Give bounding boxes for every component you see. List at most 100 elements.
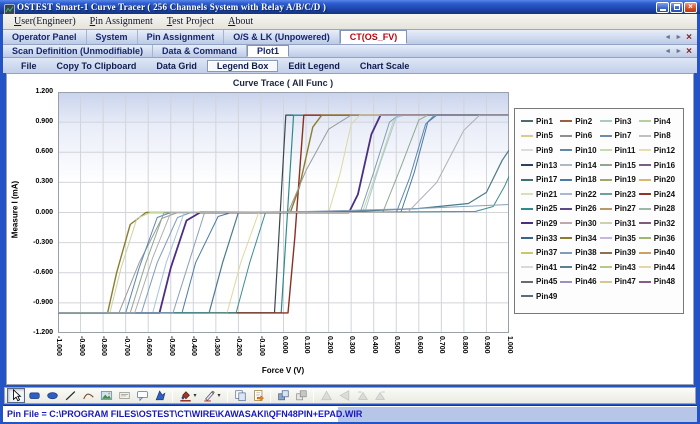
legend-swatch-icon <box>639 266 651 268</box>
legend-label: Pin12 <box>654 146 675 155</box>
rectangle-tool[interactable] <box>25 388 43 403</box>
x-tick-label: 0.700 <box>438 336 445 366</box>
tab-close-icon[interactable]: × <box>686 46 692 57</box>
status-text: Pin File = C:\PROGRAM FILES\OSTEST\CT\WI… <box>3 409 362 419</box>
legend-item-pin26: Pin26 <box>560 204 599 213</box>
export-tool[interactable] <box>249 388 267 403</box>
fill-color-tool[interactable]: ▾ <box>176 388 200 403</box>
legend-item-pin12: Pin12 <box>639 146 678 155</box>
tab-system[interactable]: System <box>87 30 138 44</box>
restore-button[interactable] <box>670 2 683 13</box>
line-style-tool[interactable]: ▾ <box>200 388 224 403</box>
legend-label: Pin34 <box>575 234 596 243</box>
copy-tool[interactable] <box>231 388 249 403</box>
legend-item-pin10: Pin10 <box>560 146 599 155</box>
legend-swatch-icon <box>639 281 651 283</box>
select-cursor-tool[interactable] <box>7 388 25 403</box>
toolbar-separator <box>313 390 314 402</box>
order-back-tool[interactable] <box>292 388 310 403</box>
x-tick-label: 0.600 <box>416 336 423 366</box>
legend-swatch-icon <box>600 281 612 283</box>
legend-label: Pin2 <box>575 117 592 126</box>
line-tool[interactable] <box>61 388 79 403</box>
x-tick-label: -0.200 <box>235 336 242 366</box>
plot-area[interactable] <box>58 92 509 333</box>
legend-item-pin35: Pin35 <box>600 234 639 243</box>
legend-item-pin22: Pin22 <box>560 190 599 199</box>
chart-toolbar-copy-to-clipboard-button[interactable]: Copy To Clipboard <box>47 60 147 72</box>
x-tick-label: -0.500 <box>168 336 175 366</box>
legend-item-pin45: Pin45 <box>521 277 560 286</box>
comment-tool[interactable] <box>133 388 151 403</box>
tab-scan-definition-unmodifiable[interactable]: Scan Definition (Unmodifiable) <box>3 45 153 57</box>
polygon-icon <box>154 389 167 402</box>
chart-toolbar-file-button[interactable]: File <box>11 60 47 72</box>
tab-scroll-left-icon[interactable]: ◄ <box>664 34 671 41</box>
y-tick-label: 0.000 <box>19 209 53 217</box>
secondary-tab-bar: Scan Definition (Unmodifiable)Data & Com… <box>3 45 697 58</box>
ellipse-tool[interactable] <box>43 388 61 403</box>
tab-scroll-right-icon[interactable]: ► <box>675 48 682 55</box>
legend-label: Pin1 <box>536 117 553 126</box>
tab-data-command[interactable]: Data & Command <box>153 45 247 57</box>
tab-pin-assignment[interactable]: Pin Assignment <box>138 30 225 44</box>
arc-tool[interactable] <box>79 388 97 403</box>
tab-o-s-lk-unpowered[interactable]: O/S & LK (Unpowered) <box>224 30 340 44</box>
picture-tool[interactable] <box>97 388 115 403</box>
menu-item-pin-assignment[interactable]: Pin Assignment <box>83 16 160 27</box>
x-tick-label: 0.100 <box>303 336 310 366</box>
legend-swatch-icon <box>639 237 651 239</box>
order-front-tool[interactable] <box>274 388 292 403</box>
chart-toolbar-legend-box-button[interactable]: Legend Box <box>207 60 279 72</box>
chart-toolbar-chart-scale-button[interactable]: Chart Scale <box>350 60 420 72</box>
menu-item-user-engineer[interactable]: User(Engineer) <box>7 16 83 27</box>
legend-label: Pin30 <box>575 219 596 228</box>
chart-toolbar-data-grid-button[interactable]: Data Grid <box>146 60 207 72</box>
x-tick-label: 0.500 <box>393 336 400 366</box>
rotate-left-tool <box>353 388 371 403</box>
tab-scroll-left-icon[interactable]: ◄ <box>664 48 671 55</box>
toolbar-separator <box>172 390 173 402</box>
legend-swatch-icon <box>600 193 612 195</box>
legend-swatch-icon <box>560 179 572 181</box>
legend-item-pin37: Pin37 <box>521 248 560 257</box>
legend-swatch-icon <box>560 237 572 239</box>
legend-swatch-icon <box>521 149 533 151</box>
tab-plot1[interactable]: Plot1 <box>247 45 289 57</box>
menu-item-test-project[interactable]: Test Project <box>160 16 221 27</box>
legend-item-pin46: Pin46 <box>560 277 599 286</box>
textbox-tool[interactable] <box>115 388 133 403</box>
menu-item-about[interactable]: About <box>221 16 260 27</box>
legend-swatch-icon <box>521 193 533 195</box>
legend-item-pin36: Pin36 <box>639 234 678 243</box>
legend-label: Pin13 <box>536 161 557 170</box>
polygon-tool[interactable] <box>151 388 169 403</box>
legend-item-pin20: Pin20 <box>639 175 678 184</box>
tab-operator-panel[interactable]: Operator Panel <box>3 30 87 44</box>
legend-swatch-icon <box>560 266 572 268</box>
legend-label: Pin41 <box>536 263 557 272</box>
legend-label: Pin27 <box>615 204 636 213</box>
tab-scroll-right-icon[interactable]: ► <box>675 34 682 41</box>
legend-item-pin32: Pin32 <box>639 219 678 228</box>
tab-close-icon[interactable]: × <box>686 32 692 43</box>
legend-item-pin8: Pin8 <box>639 131 678 140</box>
legend-label: Pin5 <box>536 131 553 140</box>
minimize-button[interactable] <box>656 2 669 13</box>
legend-item-pin33: Pin33 <box>521 234 560 243</box>
chart-toolbar-edit-legend-button[interactable]: Edit Legend <box>278 60 350 72</box>
legend-swatch-icon <box>521 295 533 297</box>
legend-item-pin30: Pin30 <box>560 219 599 228</box>
legend-label: Pin11 <box>615 146 636 155</box>
legend-label: Pin24 <box>654 190 675 199</box>
legend-label: Pin31 <box>615 219 636 228</box>
legend-item-pin48: Pin48 <box>639 277 678 286</box>
x-axis-label: Force V (V) <box>183 366 383 375</box>
y-tick-label: 0.900 <box>19 118 53 126</box>
close-button[interactable]: × <box>684 2 697 13</box>
legend-item-pin6: Pin6 <box>560 131 599 140</box>
tab-ct-os-fv[interactable]: CT(OS_FV) <box>340 30 408 44</box>
legend-item-pin23: Pin23 <box>600 190 639 199</box>
drawing-toolbar: ▾▾ <box>4 387 696 404</box>
x-tick-label: -0.100 <box>258 336 265 366</box>
